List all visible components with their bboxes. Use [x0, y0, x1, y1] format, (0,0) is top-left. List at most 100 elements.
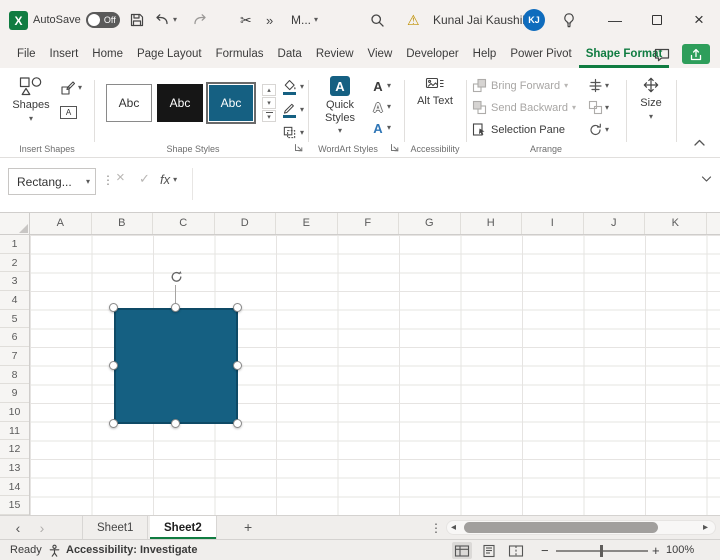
- expand-formula-bar-button[interactable]: [701, 175, 712, 183]
- text-box-button[interactable]: A: [60, 106, 77, 119]
- undo-button[interactable]: ▾: [154, 8, 177, 32]
- autosave-control[interactable]: AutoSave Off: [33, 12, 120, 28]
- text-fill-button[interactable]: A ▾: [372, 77, 391, 95]
- tab-insert[interactable]: Insert: [43, 40, 86, 68]
- resize-handle-ne[interactable]: [233, 303, 242, 312]
- autosave-toggle[interactable]: Off: [85, 12, 120, 28]
- wordart-dialog-launcher[interactable]: [388, 141, 400, 153]
- tab-home[interactable]: Home: [85, 40, 130, 68]
- minimize-button[interactable]: —: [598, 0, 632, 40]
- zoom-in-button[interactable]: +: [652, 543, 660, 558]
- tab-power-pivot[interactable]: Power Pivot: [503, 40, 578, 68]
- close-button[interactable]: ×: [682, 0, 716, 40]
- scroll-right-button[interactable]: ▸: [703, 522, 708, 533]
- text-effects-button[interactable]: A ▾: [372, 119, 391, 137]
- gallery-more-button[interactable]: ▾: [262, 110, 276, 122]
- page-break-view-button[interactable]: [506, 542, 526, 559]
- formula-input[interactable]: [193, 166, 694, 202]
- add-sheet-button[interactable]: +: [244, 519, 252, 535]
- cancel-entry-button[interactable]: ×: [116, 169, 125, 186]
- group-button[interactable]: ▾: [588, 98, 609, 117]
- select-all-corner[interactable]: [0, 213, 30, 235]
- selected-rectangle-shape[interactable]: [114, 308, 238, 424]
- shape-outline-button[interactable]: ▾: [282, 100, 304, 119]
- resize-handle-e[interactable]: [233, 361, 242, 370]
- row-header-12[interactable]: 12: [0, 440, 29, 459]
- resize-handle-w[interactable]: [109, 361, 118, 370]
- tab-formulas[interactable]: Formulas: [209, 40, 271, 68]
- row-header-10[interactable]: 10: [0, 403, 29, 422]
- zoom-level[interactable]: 100%: [666, 544, 694, 556]
- row-header-6[interactable]: 6: [0, 328, 29, 347]
- tab-review[interactable]: Review: [309, 40, 361, 68]
- previous-sheet-button[interactable]: ‹: [8, 517, 28, 539]
- account-name[interactable]: Kunal Jai Kaushik: [433, 8, 528, 32]
- sheet-tab-sheet2-active[interactable]: Sheet2: [150, 516, 217, 539]
- maximize-button[interactable]: [640, 0, 674, 40]
- tell-me-button[interactable]: [561, 8, 577, 32]
- search-button[interactable]: [369, 8, 385, 32]
- tab-data[interactable]: Data: [271, 40, 309, 68]
- row-header-9[interactable]: 9: [0, 384, 29, 403]
- row-header-5[interactable]: 5: [0, 310, 29, 329]
- column-header-h[interactable]: H: [461, 213, 522, 234]
- confirm-entry-button[interactable]: ✓: [139, 171, 150, 187]
- row-header-3[interactable]: 3: [0, 272, 29, 291]
- horizontal-scrollbar-thumb[interactable]: [464, 522, 658, 533]
- shape-fill-button[interactable]: ▾: [282, 77, 304, 96]
- row-header-1[interactable]: 1: [0, 235, 29, 254]
- sheet-options-button[interactable]: ⋮: [430, 521, 442, 535]
- shapes-button[interactable]: Shapes ▾: [8, 76, 54, 140]
- resize-handle-sw[interactable]: [109, 419, 118, 428]
- column-header-d[interactable]: D: [215, 213, 276, 234]
- save-button[interactable]: [129, 8, 145, 32]
- column-header-b[interactable]: B: [92, 213, 153, 234]
- column-header-f[interactable]: F: [338, 213, 399, 234]
- resize-handle-nw[interactable]: [109, 303, 118, 312]
- rotation-handle[interactable]: [169, 269, 184, 284]
- row-header-8[interactable]: 8: [0, 366, 29, 385]
- zoom-slider-thumb[interactable]: [600, 545, 603, 557]
- excel-logo-icon[interactable]: X: [9, 11, 28, 30]
- column-header-c[interactable]: C: [153, 213, 215, 234]
- tab-help[interactable]: Help: [466, 40, 504, 68]
- next-sheet-button[interactable]: ›: [32, 517, 52, 539]
- selection-pane-button[interactable]: Selection Pane: [472, 120, 576, 139]
- tab-developer[interactable]: Developer: [399, 40, 465, 68]
- column-header-g[interactable]: G: [399, 213, 461, 234]
- gallery-down-button[interactable]: ▾: [262, 97, 276, 109]
- zoom-slider[interactable]: [556, 545, 648, 557]
- text-outline-button[interactable]: A ▾: [372, 98, 391, 116]
- tab-view[interactable]: View: [361, 40, 400, 68]
- column-header-k[interactable]: K: [645, 213, 707, 234]
- row-header-14[interactable]: 14: [0, 478, 29, 497]
- rotate-button[interactable]: ▾: [588, 120, 609, 139]
- send-backward-button[interactable]: Send Backward ▾: [472, 98, 576, 117]
- insert-function-button[interactable]: fx ▾: [160, 172, 177, 187]
- resize-handle-s[interactable]: [171, 419, 180, 428]
- redo-button[interactable]: [192, 8, 208, 32]
- page-layout-view-button[interactable]: [479, 542, 499, 559]
- bring-forward-button[interactable]: Bring Forward ▾: [472, 76, 576, 95]
- shape-styles-dialog-launcher[interactable]: [292, 141, 304, 153]
- shape-style-option-3-selected[interactable]: Abc: [208, 84, 254, 122]
- quick-styles-button[interactable]: A Quick Styles ▾: [316, 76, 364, 140]
- align-button[interactable]: ▾: [588, 76, 609, 95]
- document-menu-button[interactable]: M... ▾: [291, 8, 318, 32]
- comments-button[interactable]: [650, 44, 674, 65]
- row-header-7[interactable]: 7: [0, 347, 29, 366]
- column-header-j[interactable]: J: [584, 213, 645, 234]
- row-header-11[interactable]: 11: [0, 422, 29, 441]
- resize-handle-n[interactable]: [171, 303, 180, 312]
- avatar[interactable]: KJ: [523, 9, 545, 31]
- accessibility-status[interactable]: Accessibility: Investigate: [66, 544, 197, 556]
- edit-shape-button[interactable]: ▾: [60, 80, 82, 96]
- alt-text-button[interactable]: Alt Text: [413, 76, 457, 140]
- warning-button[interactable]: ⚠: [407, 8, 420, 32]
- row-header-13[interactable]: 13: [0, 459, 29, 478]
- toolbar-overflow-button[interactable]: »: [266, 8, 273, 32]
- name-box-resize-handle[interactable]: ⋮: [102, 173, 114, 187]
- sheet-tab-sheet1[interactable]: Sheet1: [82, 516, 149, 539]
- shape-effects-button[interactable]: ▾: [282, 123, 304, 142]
- share-button[interactable]: [682, 44, 710, 64]
